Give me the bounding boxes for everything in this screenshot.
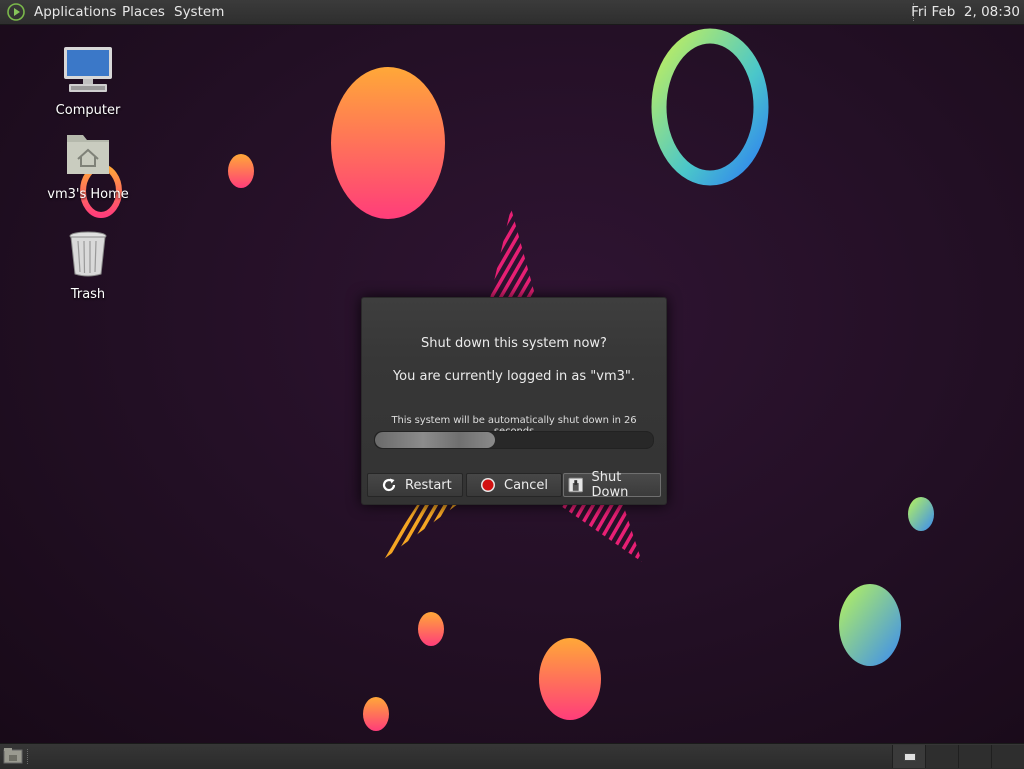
countdown-progress-bar xyxy=(374,431,654,449)
top-panel: Applications Places System Fri Feb 2, 08… xyxy=(0,0,1024,25)
workspace-3[interactable] xyxy=(958,745,992,768)
applications-menu[interactable]: Applications xyxy=(34,4,116,20)
shutdown-button[interactable]: Shut Down xyxy=(563,470,661,500)
shutdown-icon xyxy=(568,477,584,493)
cancel-label: Cancel xyxy=(504,477,549,493)
restart-icon xyxy=(382,478,396,492)
panel-handle xyxy=(27,749,32,764)
restart-label: Restart xyxy=(405,477,452,493)
shutdown-label: Shut Down xyxy=(591,470,629,500)
cancel-button[interactable]: Cancel xyxy=(466,473,562,497)
desktop-icon-home[interactable]: vm3's Home xyxy=(38,129,138,202)
desktop-icon-label: vm3's Home xyxy=(47,187,129,202)
desktop-icon-computer[interactable]: Computer xyxy=(38,45,138,118)
logged-in-message: You are currently logged in as "vm3". xyxy=(392,369,636,384)
dialog-title: Shut down this system now? xyxy=(421,336,607,351)
workspace-4[interactable] xyxy=(991,745,1024,768)
computer-icon xyxy=(64,47,112,92)
cancel-icon xyxy=(481,478,495,492)
progress-fill xyxy=(375,432,495,448)
workspace-1[interactable] xyxy=(892,745,926,768)
bottom-panel xyxy=(0,743,1024,769)
shutdown-dialog: Shut down this system now? You are curre… xyxy=(361,297,667,505)
system-menu[interactable]: System xyxy=(174,4,224,20)
workspace-2[interactable] xyxy=(925,745,959,768)
clock[interactable]: Fri Feb 2, 08:30 xyxy=(911,4,1020,20)
trash-icon xyxy=(69,231,107,277)
restart-button[interactable]: Restart xyxy=(367,473,463,497)
desktop-icon-label: Computer xyxy=(55,103,121,118)
workspace-window-icon xyxy=(904,753,916,761)
desktop-icon-label: Trash xyxy=(70,287,106,302)
home-folder-icon xyxy=(67,135,109,174)
show-desktop-icon[interactable] xyxy=(3,747,23,765)
desktop-icon-trash[interactable]: Trash xyxy=(38,229,138,302)
places-menu[interactable]: Places xyxy=(122,4,165,20)
mate-logo-icon[interactable] xyxy=(6,3,26,21)
